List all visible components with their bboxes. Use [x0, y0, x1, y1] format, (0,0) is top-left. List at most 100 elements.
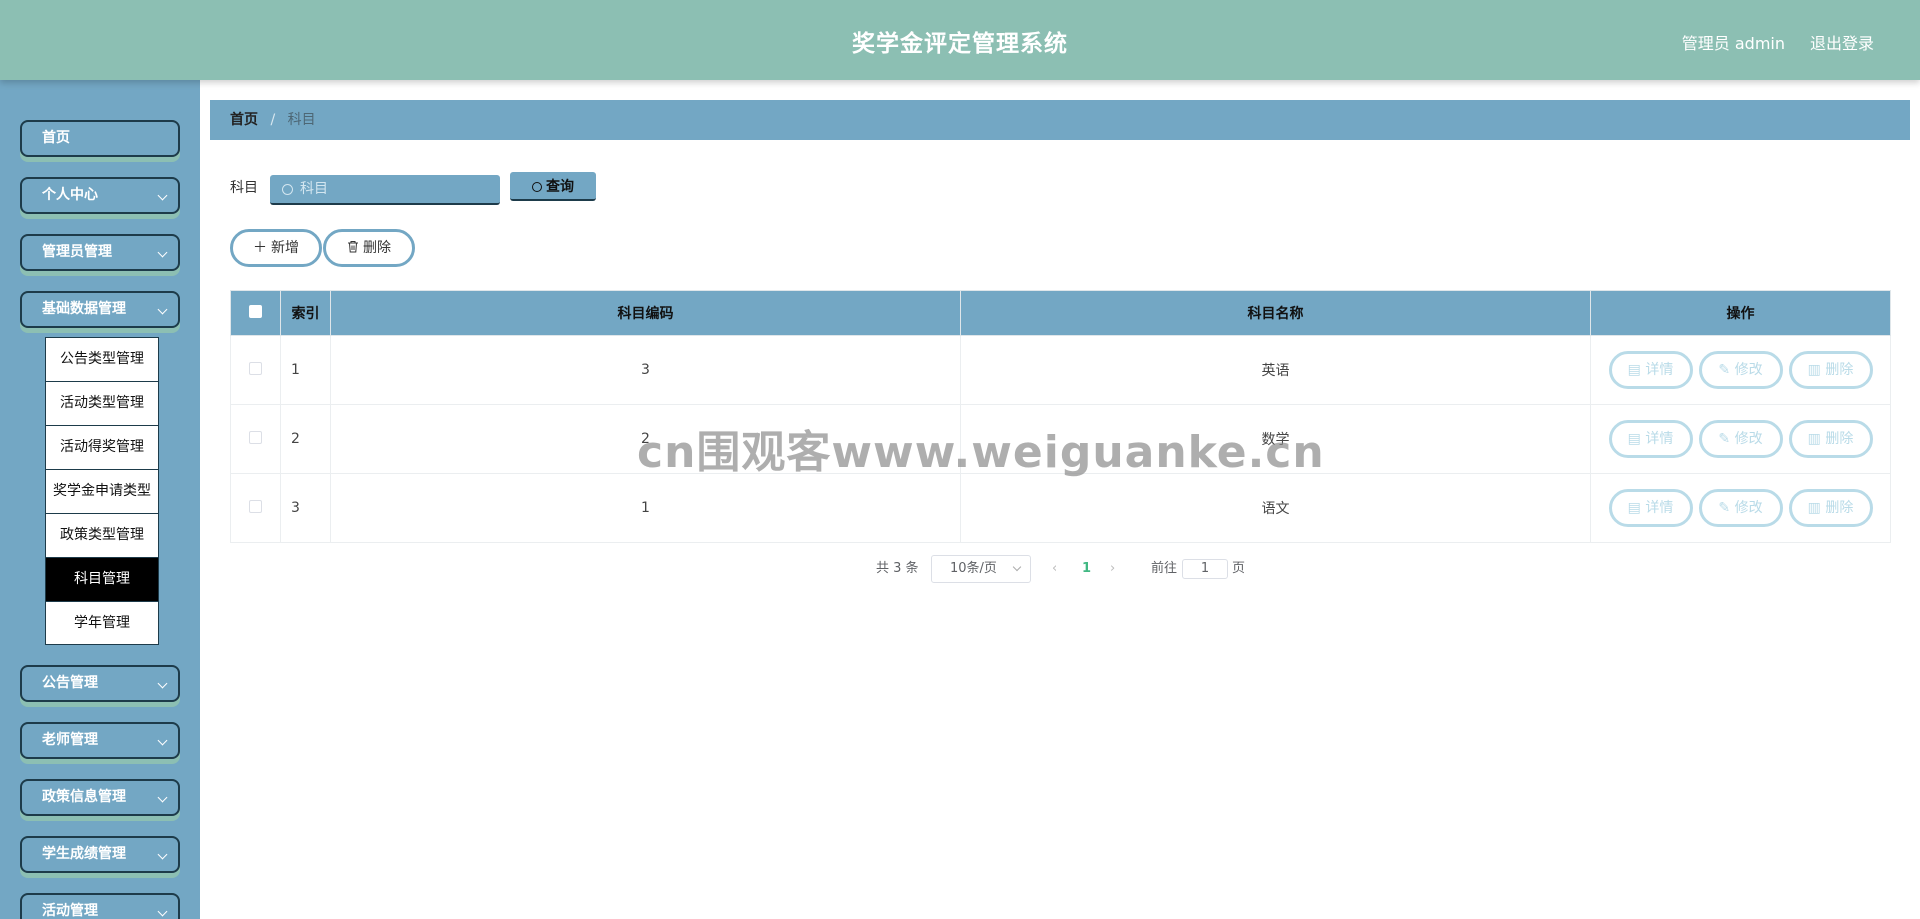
chevron-down-icon: [157, 849, 168, 860]
sidebar-item-label: 基础数据管理: [42, 301, 126, 317]
page-size-select[interactable]: 10条/页: [931, 555, 1031, 583]
prev-page-button[interactable]: ‹: [1052, 555, 1057, 583]
submenu-item-subjects[interactable]: 科目管理: [46, 558, 158, 602]
sidebar-item-home[interactable]: 首页: [20, 120, 180, 157]
sidebar-item-label: 学生成绩管理: [42, 846, 126, 862]
row-delete-button[interactable]: ▥ 删除: [1788, 420, 1873, 458]
row-checkbox[interactable]: [249, 499, 262, 513]
chevron-down-icon: [157, 735, 168, 746]
table-row: 3 1 语文 ▤ 详情 ✎ 修改 ▥ 删除: [230, 473, 1891, 543]
sidebar-item-label: 管理员管理: [42, 244, 112, 260]
row-code: 3: [330, 335, 961, 405]
app-title: 奖学金评定管理系统: [852, 31, 1068, 57]
sidebar-item-policy-info[interactable]: 政策信息管理: [20, 779, 180, 816]
row-select-cell: [230, 335, 281, 405]
select-all-cell: [230, 290, 281, 336]
row-checkbox[interactable]: [249, 361, 262, 375]
sidebar-item-label: 公告管理: [42, 675, 98, 691]
pencil-icon: ✎: [1718, 362, 1735, 378]
add-button[interactable]: ＋新增: [230, 229, 322, 267]
edit-button-label: 修改: [1734, 431, 1763, 447]
goto-label: 前往: [1151, 561, 1178, 576]
row-delete-button[interactable]: ▥ 删除: [1788, 489, 1873, 527]
edit-button-label: 修改: [1734, 500, 1763, 516]
sidebar-item-admin-management[interactable]: 管理员管理: [20, 234, 180, 271]
sidebar-item-notice-management[interactable]: 公告管理: [20, 665, 180, 702]
pencil-icon: ✎: [1718, 500, 1735, 516]
row-delete-button-label: 删除: [1825, 431, 1854, 447]
sidebar-item-label: 活动管理: [42, 903, 98, 919]
row-checkbox[interactable]: [249, 430, 262, 444]
row-name: 语文: [960, 473, 1591, 543]
submenu-item-school-years[interactable]: 学年管理: [46, 602, 158, 646]
sidebar-item-activity-management[interactable]: 活动管理: [20, 893, 180, 919]
detail-button[interactable]: ▤ 详情: [1608, 351, 1693, 389]
search-button[interactable]: 查询: [510, 172, 596, 201]
edit-button[interactable]: ✎ 修改: [1698, 420, 1783, 458]
submenu-item-scholarship-types[interactable]: 奖学金申请类型: [46, 470, 158, 514]
breadcrumb-current: 科目: [287, 112, 316, 128]
breadcrumb: 首页 / 科目: [210, 100, 1910, 140]
delete-button[interactable]: 删除: [323, 229, 415, 267]
edit-button[interactable]: ✎ 修改: [1698, 489, 1783, 527]
sidebar-item-label: 老师管理: [42, 732, 98, 748]
column-header-index: 索引: [280, 290, 331, 336]
chevron-down-icon: [157, 247, 168, 258]
submenu-item-notice-types[interactable]: 公告类型管理: [46, 338, 158, 382]
table-header-row: 索引 科目编码 科目名称 操作: [230, 290, 1891, 336]
chevron-down-icon: [157, 792, 168, 803]
trash-icon: ▥: [1807, 362, 1826, 378]
row-delete-button-label: 删除: [1825, 362, 1854, 378]
next-page-button[interactable]: ›: [1110, 555, 1115, 583]
document-icon: ▤: [1627, 431, 1646, 447]
search-icon: [282, 184, 293, 195]
search-button-label: 查询: [546, 177, 574, 194]
row-delete-button-label: 删除: [1825, 500, 1854, 516]
sidebar-item-basic-data[interactable]: 基础数据管理: [20, 291, 180, 328]
sidebar-item-label: 首页: [42, 130, 70, 146]
watermark: cn围观客www.weiguanke.cn: [637, 427, 1325, 478]
document-icon: ▤: [1627, 362, 1646, 378]
plus-icon: ＋: [253, 240, 267, 256]
column-header-actions: 操作: [1590, 290, 1891, 336]
submenu-item-activity-types[interactable]: 活动类型管理: [46, 382, 158, 426]
detail-button-label: 详情: [1645, 431, 1674, 447]
row-index: 1: [280, 335, 331, 405]
page-number-current[interactable]: 1: [1082, 555, 1091, 583]
detail-button[interactable]: ▤ 详情: [1608, 420, 1693, 458]
trash-icon: ▥: [1807, 500, 1826, 516]
row-actions: ▤ 详情 ✎ 修改 ▥ 删除: [1590, 335, 1891, 405]
document-icon: ▤: [1627, 500, 1646, 516]
edit-button[interactable]: ✎ 修改: [1698, 351, 1783, 389]
row-code: 1: [330, 473, 961, 543]
sidebar-item-teacher-management[interactable]: 老师管理: [20, 722, 180, 759]
top-header: 奖学金评定管理系统 管理员 admin 退出登录: [0, 0, 1920, 80]
row-actions: ▤ 详情 ✎ 修改 ▥ 删除: [1590, 473, 1891, 543]
breadcrumb-home[interactable]: 首页: [230, 112, 258, 128]
chevron-down-icon: [157, 190, 168, 201]
detail-button[interactable]: ▤ 详情: [1608, 489, 1693, 527]
basic-data-submenu: 公告类型管理 活动类型管理 活动得奖管理 奖学金申请类型 政策类型管理 科目管理…: [45, 337, 159, 645]
breadcrumb-separator: /: [270, 112, 276, 128]
column-header-name: 科目名称: [960, 290, 1591, 336]
sidebar-item-personal-center[interactable]: 个人中心: [20, 177, 180, 214]
sidebar-item-student-grades[interactable]: 学生成绩管理: [20, 836, 180, 873]
row-index: 2: [280, 404, 331, 474]
submenu-item-policy-types[interactable]: 政策类型管理: [46, 514, 158, 558]
chevron-down-icon: [1012, 562, 1022, 572]
table-row: 1 3 英语 ▤ 详情 ✎ 修改 ▥ 删除: [230, 335, 1891, 405]
select-all-checkbox[interactable]: [249, 304, 262, 318]
goto-page-input[interactable]: 1: [1182, 559, 1228, 579]
logout-link[interactable]: 退出登录: [1810, 30, 1874, 54]
chevron-down-icon: [157, 906, 168, 917]
current-user: 管理员 admin: [1681, 34, 1785, 53]
search-input[interactable]: [270, 175, 500, 205]
row-index: 3: [280, 473, 331, 543]
row-name: 英语: [960, 335, 1591, 405]
row-actions: ▤ 详情 ✎ 修改 ▥ 删除: [1590, 404, 1891, 474]
sidebar-item-label: 政策信息管理: [42, 789, 126, 805]
row-delete-button[interactable]: ▥ 删除: [1788, 351, 1873, 389]
detail-button-label: 详情: [1645, 500, 1674, 516]
submenu-item-activity-awards[interactable]: 活动得奖管理: [46, 426, 158, 470]
goto-suffix: 页: [1232, 561, 1246, 576]
